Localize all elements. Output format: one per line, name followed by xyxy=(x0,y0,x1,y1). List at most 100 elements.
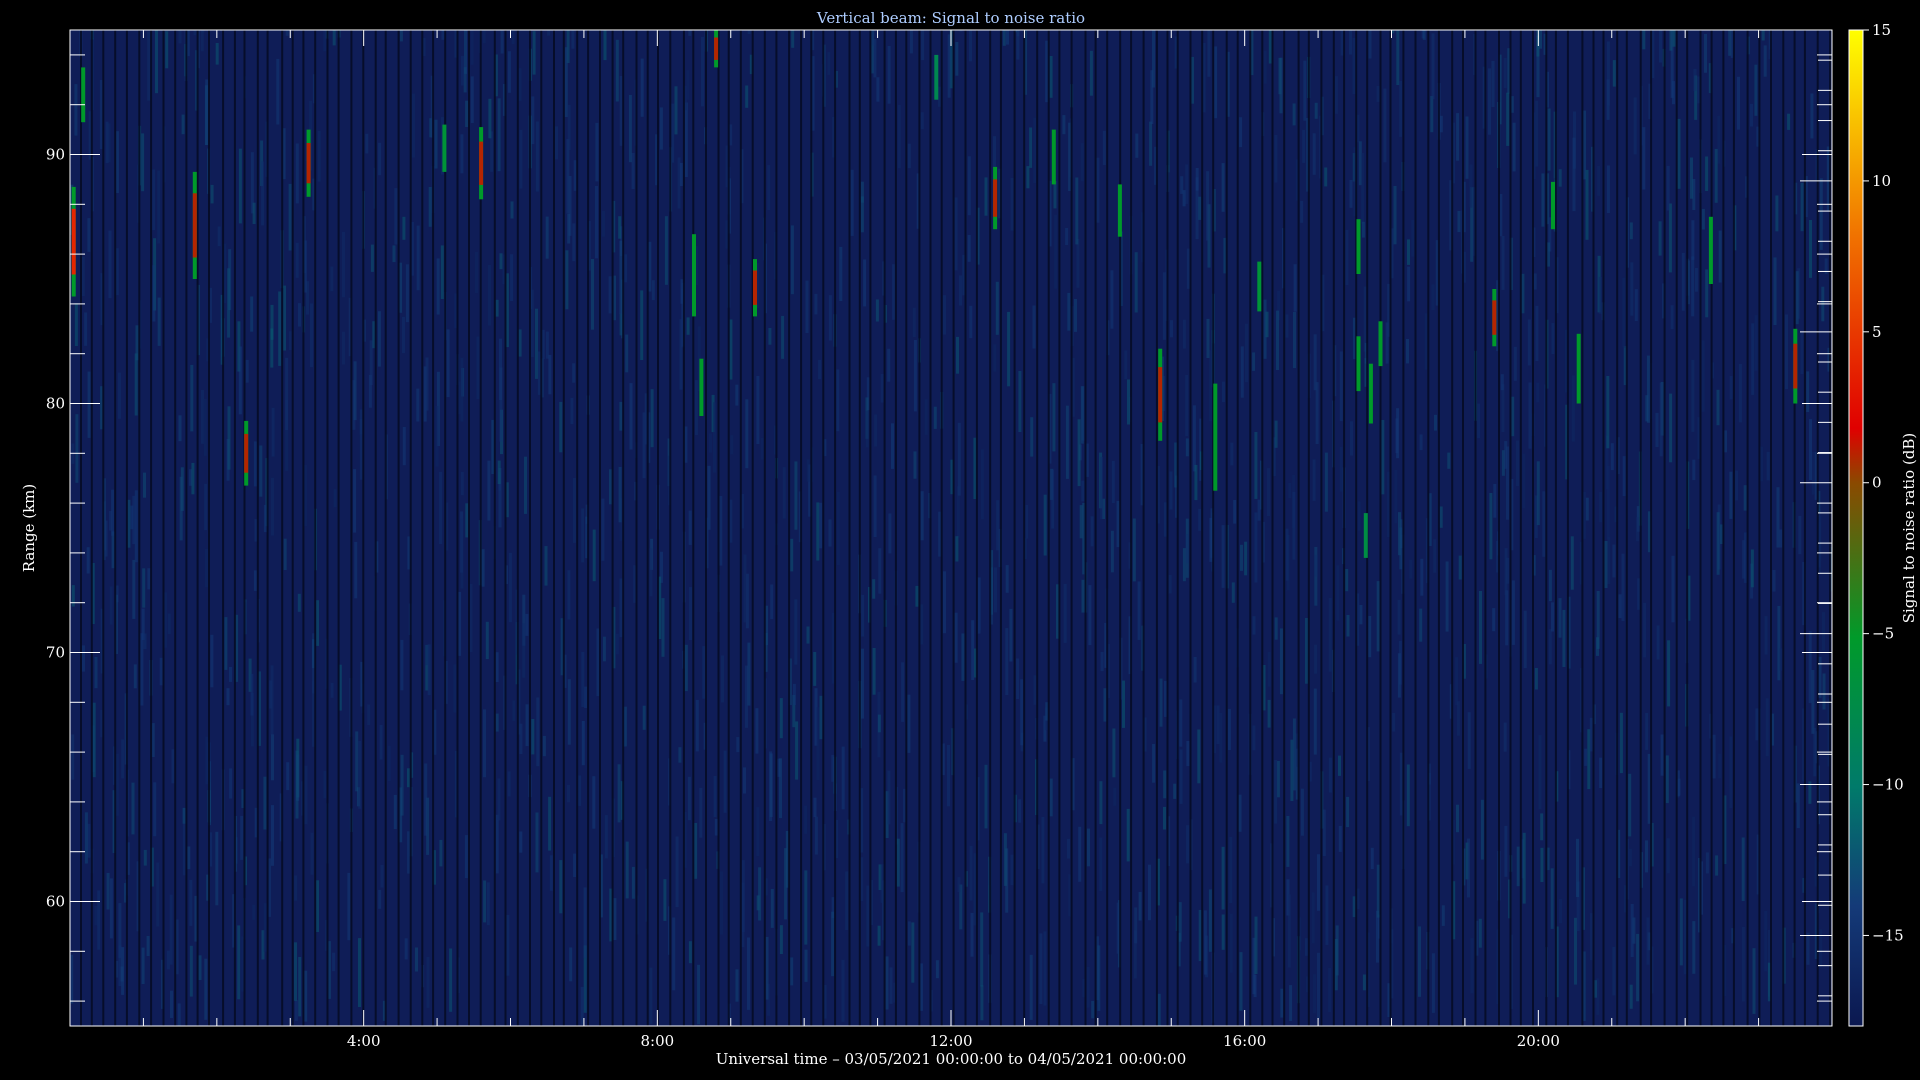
noise-cell xyxy=(1313,688,1317,755)
noise-cell xyxy=(84,812,88,864)
data-gap xyxy=(1545,30,1548,1026)
echo-mark xyxy=(1356,336,1361,392)
noise-cell xyxy=(204,958,208,1020)
noise-cell xyxy=(425,357,429,411)
noise-cell xyxy=(141,947,145,984)
noise-cell xyxy=(1672,81,1675,105)
noise-cell xyxy=(1263,50,1267,84)
noise-cell xyxy=(1194,464,1198,501)
noise-cell xyxy=(1039,933,1043,1004)
noise-cell xyxy=(1501,236,1505,290)
noise-cell xyxy=(1313,974,1316,1014)
noise-cell xyxy=(1336,565,1340,621)
data-gap xyxy=(717,30,720,1026)
colorbar xyxy=(1848,29,1864,1027)
noise-cell xyxy=(177,1003,181,1026)
noise-cell xyxy=(200,30,204,52)
data-gap xyxy=(162,30,165,1026)
noise-cell xyxy=(713,776,717,818)
noise-cell xyxy=(1065,228,1069,245)
noise-cell xyxy=(1506,446,1509,520)
noise-cell xyxy=(686,317,690,335)
noise-cell xyxy=(1195,168,1199,191)
noise-cell xyxy=(649,548,653,597)
noise-cell xyxy=(1245,323,1248,383)
noise-cell xyxy=(1206,318,1210,358)
noise-cell xyxy=(81,257,85,297)
noise-cell xyxy=(1669,30,1673,51)
noise-cell xyxy=(548,354,552,395)
noise-cell xyxy=(486,882,490,926)
data-gap xyxy=(1212,30,1215,1026)
noise-cell xyxy=(613,898,617,940)
noise-cell xyxy=(876,77,880,102)
noise-cell xyxy=(304,465,307,527)
noise-cell xyxy=(1185,164,1189,204)
noise-cell xyxy=(237,925,241,1000)
noise-cell xyxy=(316,880,319,932)
snr-chart: Vertical beam: Signal to noise ratio 4:0… xyxy=(20,9,1918,1068)
noise-cell xyxy=(178,30,182,44)
noise-cell xyxy=(170,990,173,1018)
noise-cell xyxy=(688,30,692,36)
noise-cell xyxy=(1533,273,1537,290)
noise-cell xyxy=(567,679,571,745)
noise-cell xyxy=(994,567,997,613)
noise-cell xyxy=(1230,442,1234,466)
noise-cell xyxy=(1636,517,1640,542)
data-gap xyxy=(1427,30,1430,1026)
noise-cell xyxy=(1548,569,1552,602)
noise-cell xyxy=(283,285,286,351)
noise-cell xyxy=(253,441,257,487)
colorbar-tick-label: 5 xyxy=(1872,323,1882,341)
data-gap xyxy=(125,30,128,1026)
noise-cell xyxy=(1053,181,1057,209)
noise-cell xyxy=(592,776,596,829)
noise-cell xyxy=(1606,165,1610,213)
data-gap xyxy=(989,30,992,1026)
noise-cell xyxy=(415,947,418,972)
noise-cell xyxy=(1192,405,1196,472)
noise-cell xyxy=(583,887,587,958)
noise-cell xyxy=(531,96,535,145)
noise-cell xyxy=(379,725,383,760)
noise-cell xyxy=(831,754,835,782)
noise-cell xyxy=(861,648,864,719)
noise-cell xyxy=(694,823,698,879)
noise-cell xyxy=(1063,584,1067,643)
noise-cell xyxy=(1800,182,1804,232)
noise-cell xyxy=(121,739,125,779)
noise-cell xyxy=(1419,434,1423,451)
noise-cell xyxy=(924,399,928,435)
noise-cell xyxy=(828,519,832,547)
noise-cell xyxy=(1455,657,1459,706)
noise-cell xyxy=(1808,631,1812,704)
noise-cell xyxy=(427,644,431,696)
noise-cell xyxy=(779,925,783,954)
noise-cell xyxy=(1513,346,1517,381)
noise-cell xyxy=(1193,657,1197,683)
noise-cell xyxy=(283,538,287,570)
noise-cell xyxy=(359,418,363,435)
noise-cell xyxy=(1470,938,1474,994)
noise-cell xyxy=(1052,383,1056,452)
noise-cell xyxy=(1795,271,1799,325)
noise-cell xyxy=(535,121,539,192)
noise-cell xyxy=(1152,744,1156,783)
data-gap xyxy=(763,30,766,1026)
noise-cell xyxy=(402,427,406,466)
noise-cell xyxy=(571,30,575,49)
noise-cell xyxy=(756,807,760,857)
noise-cell xyxy=(1186,741,1190,767)
noise-cell xyxy=(1589,717,1593,752)
data-gap xyxy=(1462,30,1464,1026)
noise-cell xyxy=(1007,311,1011,387)
noise-cell xyxy=(971,620,975,680)
noise-cell xyxy=(1622,456,1626,497)
data-gap xyxy=(337,30,340,1026)
noise-cell xyxy=(913,451,917,479)
noise-cell xyxy=(947,34,951,98)
noise-cell xyxy=(198,955,202,980)
noise-cell xyxy=(1203,910,1207,975)
echo-core xyxy=(1793,343,1798,389)
